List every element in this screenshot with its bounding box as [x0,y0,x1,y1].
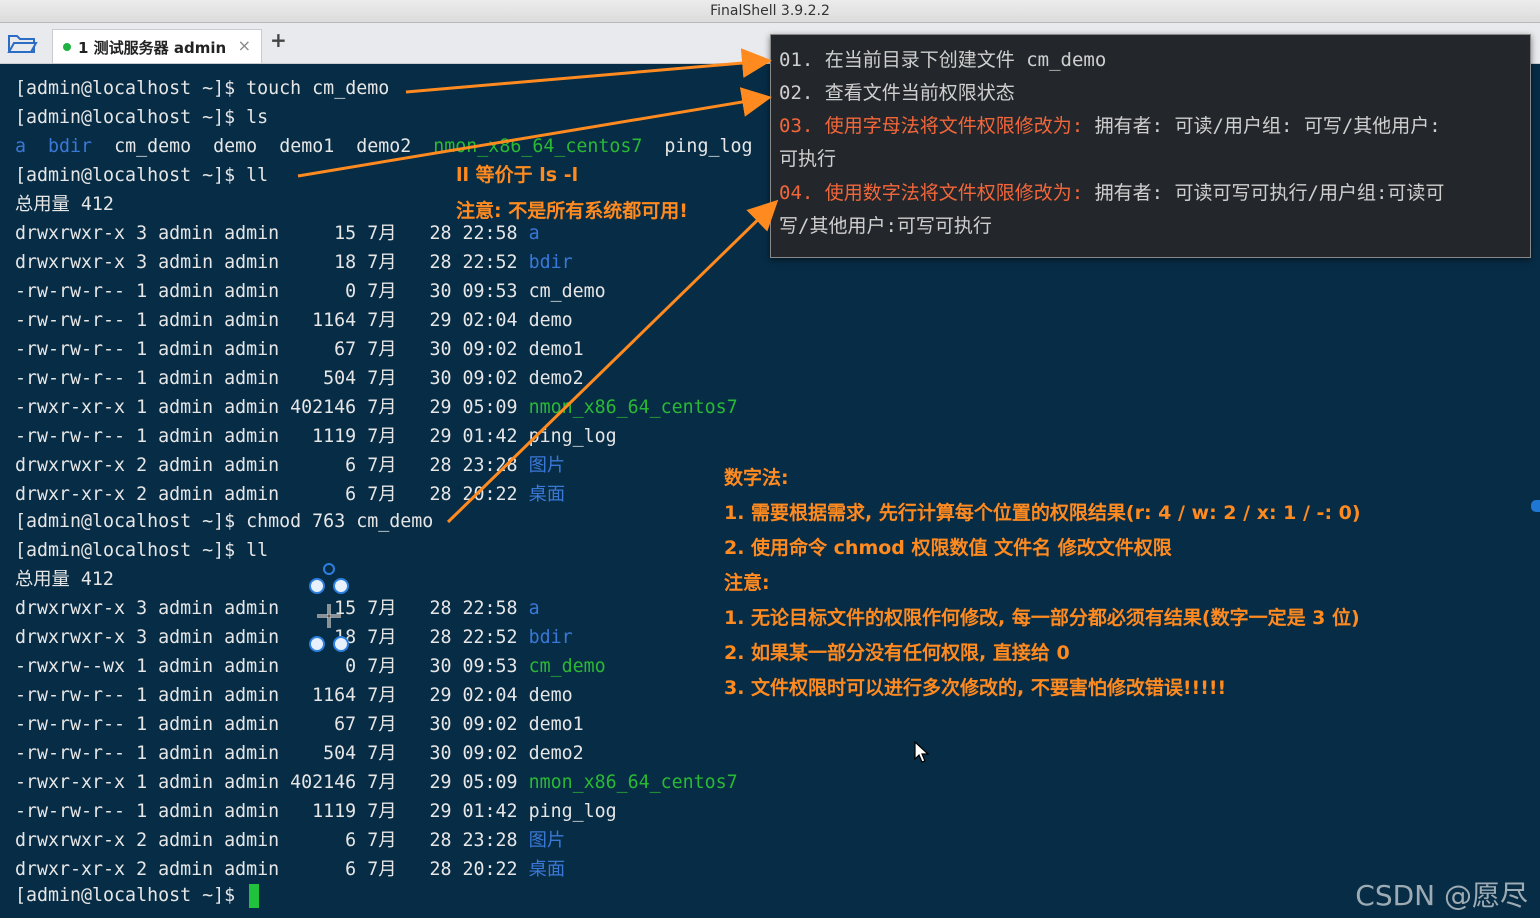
note-line: 02. 查看文件当前权限状态 [779,82,1015,104]
listing-row: drwxrwxr-x 3 admin admin 18 7月 28 22:52 … [15,627,573,648]
method-step-2: 2. 使用命令 chmod 权限数值 文件名 修改文件权限 [724,537,1172,559]
listing-row: -rwxrw--wx 1 admin admin 0 7月 30 09:53 c… [15,656,606,677]
note-title: 注意: [724,572,770,594]
note-item-3: 3. 文件权限时可以进行多次修改的, 不要害怕修改错误!!!!! [724,677,1227,699]
ll-equivalence-annotation: ll 等价于 ls -l [456,164,579,186]
listing-row: -rwxr-xr-x 1 admin admin 402146 7月 29 05… [15,397,738,418]
terminal-prompt-line[interactable]: [admin@localhost ~]$ [15,882,260,910]
resize-handles-icon [309,563,349,652]
scrollbar-marker[interactable] [1531,500,1540,512]
note-line: 01. 在当前目录下创建文件 cm_demo [779,49,1107,71]
watermark: CSDN @愿尽 [1355,879,1528,912]
listing-row: drwxrwxr-x 3 admin admin 15 7月 28 22:58 … [15,598,540,619]
method-step-1: 1. 需要根据需求, 先行计算每个位置的权限结果(r: 4 / w: 2 / x… [724,502,1361,524]
tab-session[interactable]: 1 测试服务器 admin × [52,29,262,63]
close-icon[interactable]: × [238,36,251,55]
listing-row: -rw-rw-r-- 1 admin admin 0 7月 30 09:53 c… [15,281,606,302]
listing-row: -rw-rw-r-- 1 admin admin 1119 7月 29 01:4… [15,801,617,822]
ls-output-line: a bdir cm_demo demo demo1 demo2 nmon_x86… [15,136,793,157]
listing-row: -rwxr-xr-x 1 admin admin 402146 7月 29 05… [15,772,738,793]
window-titlebar: FinalShell 3.9.2.2 [0,0,1540,23]
terminal-line: [admin@localhost ~]$ ll [15,540,269,561]
listing-row: -rw-rw-r-- 1 admin admin 67 7月 30 09:02 … [15,714,584,735]
listing-row: drwxrwxr-x 2 admin admin 6 7月 28 23:28 图… [15,455,566,476]
listing-row: drwxr-xr-x 2 admin admin 6 7月 28 20:22 桌… [15,859,566,880]
note-line: 可执行 [779,148,837,170]
ll-note-annotation: 注意: 不是所有系统都可用! [456,200,688,222]
total-line: 总用量 412 [15,569,114,590]
window-title: FinalShell 3.9.2.2 [710,3,830,19]
terminal-line: [admin@localhost ~]$ chmod 763 cm_demo [15,511,434,532]
listing-row: -rw-rw-r-- 1 admin admin 504 7月 30 09:02… [15,743,584,764]
terminal-line: [admin@localhost ~]$ touch cm_demo [15,78,390,99]
note-item-1: 1. 无论目标文件的权限作何修改, 每一部分都必须有结果(数字一定是 3 位) [724,607,1360,629]
note-line: 04. 使用数字法将文件权限修改为: 拥有者: 可读可写可执行/用户组:可读可 [779,182,1445,204]
listing-row: drwxrwxr-x 3 admin admin 15 7月 28 22:58 … [15,223,540,244]
notes-panel: 01. 在当前目录下创建文件 cm_demo 02. 查看文件当前权限状态 03… [770,34,1531,258]
listing-row: drwxrwxr-x 2 admin admin 6 7月 28 23:28 图… [15,830,566,851]
note-item-2: 2. 如果某一部分没有任何权限, 直接给 0 [724,642,1070,664]
text-cursor [249,884,260,908]
note-line: 写/其他用户:可写可执行 [779,215,992,237]
add-tab-button[interactable]: + [270,28,287,52]
listing-row: -rw-rw-r-- 1 admin admin 1164 7月 29 02:0… [15,685,573,706]
tab-label: 1 测试服务器 admin [78,39,227,57]
method-title: 数字法: [724,467,789,489]
connected-dot-icon [63,43,71,51]
terminal-line: [admin@localhost ~]$ ll [15,165,269,186]
listing-row: -rw-rw-r-- 1 admin admin 1164 7月 29 02:0… [15,310,573,331]
listing-row: drwxr-xr-x 2 admin admin 6 7月 28 20:22 桌… [15,484,566,505]
listing-row: -rw-rw-r-- 1 admin admin 67 7月 30 09:02 … [15,339,584,360]
listing-row: drwxrwxr-x 3 admin admin 18 7月 28 22:52 … [15,252,573,273]
folder-icon[interactable] [6,31,38,55]
listing-row: -rw-rw-r-- 1 admin admin 1119 7月 29 01:4… [15,426,617,447]
total-line: 总用量 412 [15,194,114,215]
listing-row: -rw-rw-r-- 1 admin admin 504 7月 30 09:02… [15,368,584,389]
note-line: 03. 使用字母法将文件权限修改为: 拥有者: 可读/用户组: 可写/其他用户: [779,115,1441,137]
terminal-line: [admin@localhost ~]$ ls [15,107,269,128]
mouse-pointer-icon [914,741,930,763]
